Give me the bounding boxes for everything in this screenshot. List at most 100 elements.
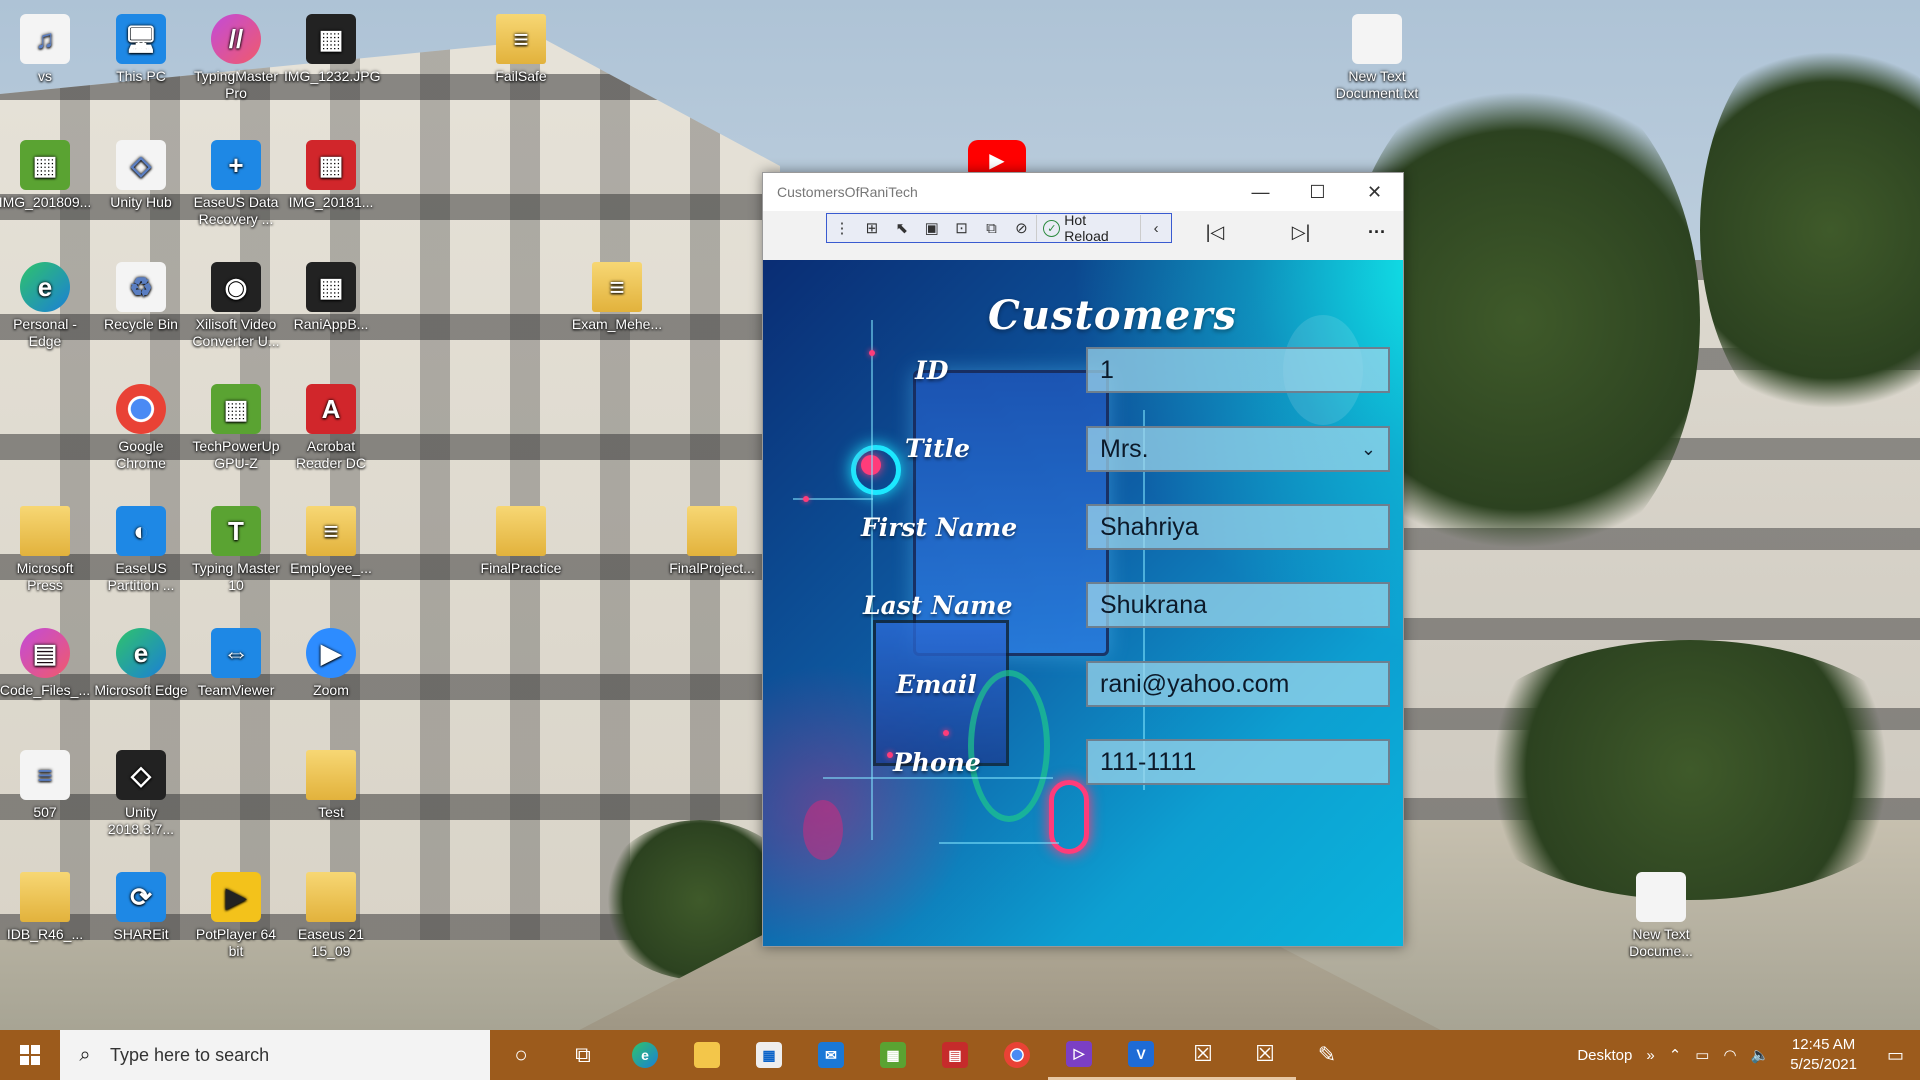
desktop-icon[interactable]: ♻ Recycle Bin — [94, 262, 188, 333]
store-icon[interactable]: ▦ — [738, 1030, 800, 1080]
desktop-icon[interactable]: ▦ IMG_201809... — [0, 140, 92, 211]
wallpaper-tree — [1450, 640, 1920, 900]
title-label: Title — [905, 434, 971, 463]
desktop-icon[interactable]: ◇ Unity 2018.3.7... — [94, 750, 188, 838]
desktop-icon[interactable]: ▤ Code_Files_... — [0, 628, 92, 699]
first-name-label: First Name — [861, 513, 1018, 542]
desktop-icon[interactable]: FinalProject... — [665, 506, 759, 577]
desktop-icon[interactable]: ▦ IMG_1232.JPG — [284, 14, 381, 85]
desktop-icon[interactable]: e Microsoft Edge — [94, 628, 188, 699]
customer-form: Customers ID 1 Title Mrs. ⌄ First Name Sh… — [763, 260, 1403, 946]
grip-icon[interactable]: ⋮ — [827, 215, 857, 241]
desktop-icon[interactable]: ⇔ TeamViewer — [189, 628, 283, 699]
desktop-icon[interactable]: + EaseUS Data Recovery ... — [189, 140, 283, 228]
desktop-icon-label: Microsoft Edge — [94, 682, 188, 698]
desktop-icon[interactable]: ▶ PotPlayer 64 bit — [189, 872, 283, 960]
desktop-icon[interactable]: Microsoft Press — [0, 506, 92, 594]
image-file-icon: ▦ — [306, 262, 356, 312]
desktop-icon[interactable]: 🖥 This PC — [94, 14, 188, 85]
desktop-icon[interactable]: T Typing Master 10 — [189, 506, 283, 594]
wifi-icon[interactable]: ◠ — [1716, 1046, 1743, 1064]
notification-icon[interactable]: ▭ — [1871, 1045, 1920, 1066]
desktop-icon[interactable]: New Text Document.txt — [1330, 14, 1424, 102]
desktop-icon[interactable]: ▦ RaniAppB... — [284, 262, 378, 333]
desktop-icon[interactable]: ▦ IMG_20181... — [284, 140, 378, 211]
folder-icon — [496, 506, 546, 556]
paint-icon[interactable]: ✎ — [1296, 1030, 1358, 1080]
desktop-icon[interactable]: FinalPractice — [474, 506, 568, 577]
chevron-expand-icon[interactable]: » — [1639, 1047, 1661, 1064]
desktop-icon-label: TechPowerUp GPU-Z — [192, 438, 280, 471]
desktop-icon-label: Typing Master 10 — [192, 560, 280, 593]
desktop-icon[interactable]: ◐ EaseUS Partition ... — [94, 506, 188, 594]
desktop-icon[interactable]: e Personal - Edge — [0, 262, 92, 350]
binding-failures-icon[interactable]: ⊘ — [1006, 215, 1036, 241]
desktop-icon[interactable]: ≡ FailSafe — [474, 14, 568, 85]
desktop-icon[interactable]: IDB_R46_... — [0, 872, 92, 943]
taskbar-app-icon[interactable]: V — [1110, 1030, 1172, 1080]
hot-reload-button[interactable]: ✓ Hot Reload — [1036, 212, 1142, 244]
desktop-icon[interactable]: New Text Docume... — [1614, 872, 1708, 960]
desktop-icon[interactable]: ≡ Employee_... — [284, 506, 378, 577]
more-options-button[interactable]: ··· — [1357, 217, 1397, 247]
desktop-icon[interactable]: ♫ vs — [0, 14, 92, 85]
taskbar-edge-icon[interactable]: e — [614, 1030, 676, 1080]
task-view-icon[interactable]: ⧉ — [552, 1030, 614, 1080]
decor-dot — [869, 350, 875, 356]
desktop-icon-label: New Text Docume... — [1629, 926, 1693, 959]
visual-studio-icon[interactable]: ▷ — [1048, 1030, 1110, 1080]
live-visual-tree-icon[interactable]: ⊞ — [857, 215, 887, 241]
desktop-icon[interactable]: ≡ Exam_Mehe... — [570, 262, 664, 333]
start-button[interactable] — [0, 1030, 60, 1080]
id-field[interactable]: 1 — [1086, 347, 1390, 393]
desktop-toolbar-label[interactable]: Desktop — [1570, 1047, 1639, 1064]
desktop-icon[interactable]: ⟳ SHAREit — [94, 872, 188, 943]
mail-icon[interactable]: ✉ — [800, 1030, 862, 1080]
desktop-icon-label: Unity 2018.3.7... — [107, 804, 175, 837]
desktop-icon[interactable]: ◇ Unity Hub — [94, 140, 188, 211]
file-explorer-icon[interactable] — [676, 1030, 738, 1080]
first-record-button[interactable]: |◁ — [1195, 217, 1235, 247]
battery-icon[interactable]: ▭ — [1688, 1046, 1716, 1064]
select-element-icon[interactable]: ⬉ — [887, 215, 917, 241]
desktop-icon[interactable]: ≡ 507 — [0, 750, 92, 821]
taskbar-chrome-icon[interactable] — [986, 1030, 1048, 1080]
chevron-up-icon[interactable]: ⌃ — [1662, 1046, 1689, 1064]
volume-icon[interactable]: 🔈 — [1744, 1046, 1777, 1064]
taskbar-window-icon[interactable]: ☒ — [1234, 1030, 1296, 1080]
minimize-button[interactable]: — — [1232, 173, 1289, 211]
window-titlebar[interactable]: CustomersOfRaniTech — ☐ ✕ — [763, 173, 1403, 211]
taskbar-search-box[interactable]: ⌕ Type here to search — [60, 1030, 490, 1080]
display-adorners-icon[interactable]: ▣ — [917, 215, 947, 241]
folder-icon: ≡ — [306, 506, 356, 556]
desktop-icon[interactable]: A Acrobat Reader DC — [284, 384, 378, 472]
layout-adorners-icon[interactable]: ⧉ — [977, 215, 1007, 241]
desktop-icon[interactable]: Google Chrome — [94, 384, 188, 472]
desktop-icon[interactable]: ▶ Zoom — [284, 628, 378, 699]
desktop-icon[interactable]: // TypingMaster Pro — [189, 14, 283, 102]
desktop-icon-label: This PC — [116, 68, 166, 84]
taskbar-app-icon[interactable]: ▤ — [924, 1030, 986, 1080]
phone-field[interactable]: 111-1111 — [1086, 739, 1390, 785]
clock[interactable]: 12:45 AM 5/25/2021 — [1776, 1035, 1871, 1075]
desktop-icon[interactable]: ◉ Xilisoft Video Converter U... — [189, 262, 283, 350]
last-record-button[interactable]: ▷| — [1281, 217, 1321, 247]
taskbar-window-icon[interactable]: ☒ — [1172, 1030, 1234, 1080]
taskbar-app-icon[interactable]: ▦ — [862, 1030, 924, 1080]
desktop-icon-label: IDB_R46_... — [6, 926, 84, 942]
title-dropdown[interactable]: Mrs. ⌄ — [1086, 426, 1390, 472]
typing-master-icon: T — [211, 506, 261, 556]
last-name-field[interactable]: Shukrana — [1086, 582, 1390, 628]
checkmark-icon: ✓ — [1043, 219, 1061, 237]
desktop-icon[interactable]: Easeus 21 15_09 — [284, 872, 378, 960]
email-field[interactable]: rani@yahoo.com — [1086, 661, 1390, 707]
track-focus-icon[interactable]: ⊡ — [947, 215, 977, 241]
first-name-field[interactable]: Shahriya — [1086, 504, 1390, 550]
chrome-icon — [116, 384, 166, 434]
maximize-button[interactable]: ☐ — [1289, 173, 1346, 211]
close-button[interactable]: ✕ — [1346, 173, 1403, 211]
desktop-icon[interactable]: ▦ TechPowerUp GPU-Z — [189, 384, 283, 472]
collapse-chevron-icon[interactable]: ‹ — [1141, 215, 1171, 241]
cortana-icon[interactable]: ○ — [490, 1030, 552, 1080]
desktop-icon[interactable]: Test — [284, 750, 378, 821]
